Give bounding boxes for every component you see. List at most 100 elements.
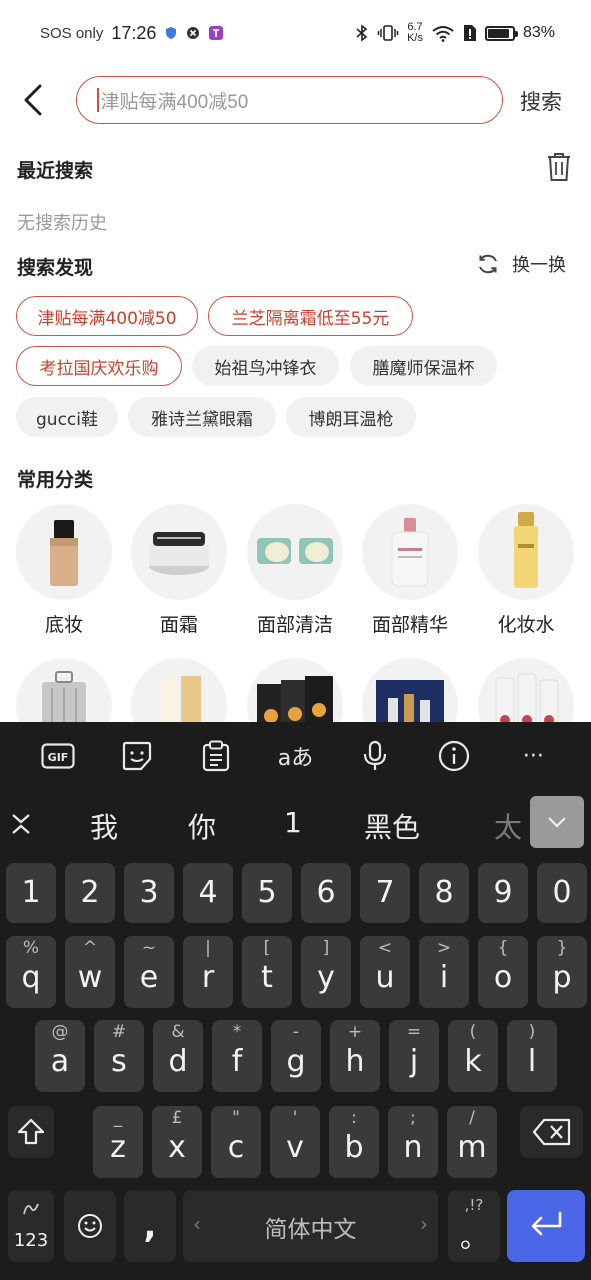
search-tag[interactable]: 兰芝隔离霜低至55元 — [208, 296, 413, 336]
voice-input-button[interactable] — [355, 736, 395, 776]
search-tag[interactable]: 津贴每满400减50 — [16, 296, 198, 336]
shift-key[interactable] — [8, 1106, 54, 1158]
refresh-button[interactable]: 换一换 — [476, 251, 566, 277]
emoji-key[interactable] — [64, 1190, 116, 1262]
letter-key[interactable]: ^ w — [65, 936, 115, 1008]
translate-button[interactable]: aあ — [275, 736, 315, 776]
number-key[interactable]: 3 — [124, 863, 174, 923]
letter-key[interactable]: } p — [537, 936, 587, 1008]
key-label: n — [403, 1130, 423, 1165]
candidate-word[interactable]: 你 — [188, 806, 216, 846]
foundation-bottle-icon — [50, 520, 78, 586]
category-item[interactable]: 面部精华 — [362, 504, 458, 637]
search-tag[interactable]: 考拉国庆欢乐购 — [16, 346, 182, 386]
letter-key[interactable]: {o — [478, 936, 528, 1008]
candidate-word[interactable]: 太 — [494, 806, 522, 846]
key-secondary-symbol: ) — [528, 1022, 536, 1042]
letter-key[interactable]: " c — [211, 1106, 261, 1178]
enter-key[interactable] — [507, 1190, 585, 1262]
key-secondary-symbol: £ — [171, 1108, 183, 1128]
letter-key[interactable]: ~ e — [124, 936, 174, 1008]
letter-key[interactable]: (k — [448, 1020, 498, 1092]
backspace-key[interactable] — [520, 1106, 583, 1158]
letter-key[interactable]: > i — [419, 936, 469, 1008]
letter-key[interactable]: + h — [330, 1020, 380, 1092]
letter-key[interactable]: _ z — [93, 1106, 143, 1178]
key-secondary-symbol: * — [232, 1022, 242, 1042]
letter-key[interactable]: £ x — [152, 1106, 202, 1178]
key-secondary-symbol: | — [205, 938, 211, 958]
letter-key[interactable]: % q — [6, 936, 56, 1008]
back-arrow-icon[interactable] — [20, 82, 50, 118]
comma-key-label: , — [143, 1206, 157, 1246]
info-button[interactable] — [434, 736, 474, 776]
letter-key[interactable]: ' v — [270, 1106, 320, 1178]
letter-key[interactable]: ] y — [301, 936, 351, 1008]
number-key[interactable]: 4 — [183, 863, 233, 923]
gif-button[interactable]: GIF — [38, 736, 78, 776]
bluetooth-icon — [356, 24, 368, 42]
translate-icon: aあ — [277, 746, 314, 771]
expand-candidates-button[interactable] — [530, 796, 584, 848]
letter-key[interactable]: = j — [389, 1020, 439, 1092]
candidate-word[interactable]: 黑色 — [364, 806, 420, 846]
network-speed: 6.7 K/s — [407, 22, 423, 44]
category-item[interactable]: 底妆 — [16, 504, 112, 637]
search-input[interactable]: 津贴每满400减50 — [76, 76, 503, 124]
key-label: d — [168, 1044, 188, 1079]
letter-key[interactable]: < u — [360, 936, 410, 1008]
trash-icon[interactable] — [546, 152, 572, 182]
space-key[interactable]: ‹ 简体中文 › — [183, 1190, 438, 1262]
letter-key[interactable]: ; n — [388, 1106, 438, 1178]
letter-key[interactable]: -g — [271, 1020, 321, 1092]
number-key[interactable]: 5 — [242, 863, 292, 923]
letter-key[interactable]: [t — [242, 936, 292, 1008]
search-tag[interactable]: 雅诗兰黛眼霜 — [128, 397, 276, 437]
key-label: a — [50, 1044, 70, 1079]
number-key[interactable]: 9 — [478, 863, 528, 923]
number-key[interactable]: 0 — [537, 863, 587, 923]
key-label: 8 — [434, 875, 454, 910]
numbers-key[interactable]: 123 — [8, 1190, 54, 1262]
category-item[interactable]: 化妆水 — [478, 504, 574, 637]
number-key[interactable]: 8 — [419, 863, 469, 923]
key-secondary-symbol: ; — [410, 1108, 416, 1128]
clipboard-button[interactable] — [196, 736, 236, 776]
gif-label: GIF — [47, 751, 68, 764]
search-tag[interactable]: 博朗耳温枪 — [286, 397, 416, 437]
sim-alert-icon — [463, 25, 476, 41]
search-tag[interactable]: 始祖鸟冲锋衣 — [192, 346, 339, 386]
key-label: h — [345, 1044, 365, 1079]
close-candidates-icon[interactable] — [10, 812, 32, 836]
sticker-button[interactable] — [117, 736, 157, 776]
network-speed-unit: K/s — [407, 32, 423, 44]
search-tag[interactable]: 膳魔师保温杯 — [350, 346, 497, 386]
key-label: j — [409, 1044, 419, 1079]
refresh-icon — [479, 254, 497, 274]
letter-key[interactable]: * f — [212, 1020, 262, 1092]
enter-icon — [531, 1211, 562, 1236]
search-tag[interactable]: gucci鞋 — [16, 397, 118, 437]
key-secondary-symbol: " — [232, 1108, 240, 1128]
more-button[interactable]: ··· — [513, 736, 553, 776]
number-key[interactable]: 6 — [301, 863, 351, 923]
letter-key[interactable]: :b — [329, 1106, 379, 1178]
key-label: g — [286, 1044, 306, 1079]
letter-key[interactable]: / m — [447, 1106, 497, 1178]
number-key[interactable]: 7 — [360, 863, 410, 923]
letter-key[interactable]: ) l — [507, 1020, 557, 1092]
candidate-word[interactable]: 我 — [90, 806, 118, 846]
search-button[interactable]: 搜索 — [520, 86, 562, 116]
comma-key[interactable]: , — [124, 1190, 176, 1262]
category-item[interactable]: 面霜 — [131, 504, 227, 637]
letter-key[interactable]: | r — [183, 936, 233, 1008]
number-key[interactable]: 1 — [6, 863, 56, 923]
shift-icon — [17, 1118, 45, 1145]
letter-key[interactable]: & d — [153, 1020, 203, 1092]
letter-key[interactable]: # s — [94, 1020, 144, 1092]
category-item[interactable]: 面部清洁 — [247, 504, 343, 637]
number-key[interactable]: 2 — [65, 863, 115, 923]
punctuation-key[interactable]: ,!? 。 — [448, 1190, 500, 1262]
letter-key[interactable]: @ a — [35, 1020, 85, 1092]
candidate-word[interactable]: 1 — [284, 806, 302, 839]
